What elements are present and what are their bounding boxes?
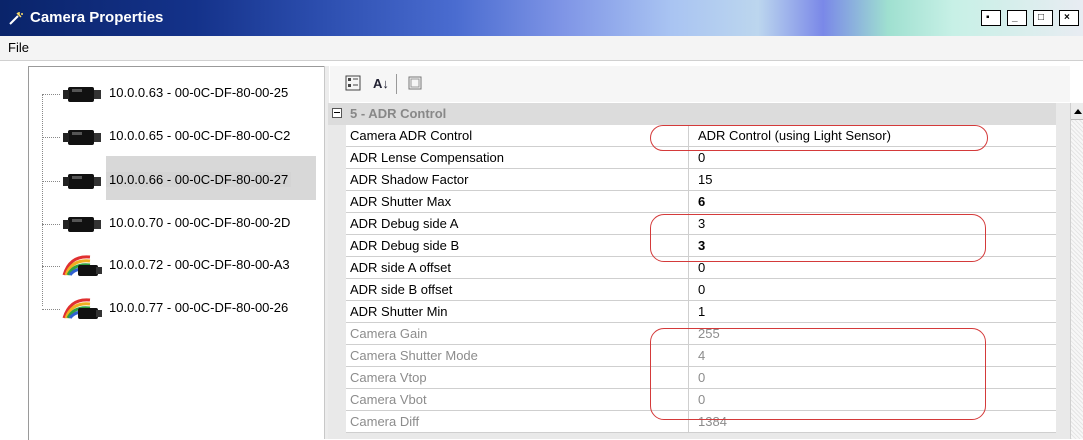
app-icon [9, 12, 23, 25]
tree-connector [42, 224, 60, 225]
annotation-camera-values [650, 328, 986, 420]
split-icon: ▪ [986, 12, 990, 23]
toolbar-separator [396, 74, 397, 94]
property-row[interactable]: ADR Shutter Min 1 [346, 301, 1056, 323]
property-name: ADR Shutter Min [350, 304, 448, 319]
vertical-scrollbar[interactable] [1070, 103, 1083, 439]
tree-item-camera[interactable]: 10.0.0.63 - 00-0C-DF-80-00-25 [42, 75, 324, 113]
color-camera-icon [62, 298, 102, 319]
alphabetical-icon: A↓ [373, 75, 389, 91]
alphabetical-button[interactable]: A↓ [370, 72, 392, 94]
collapse-icon[interactable] [332, 108, 342, 118]
column-divider [688, 301, 689, 323]
tree-item-label: 10.0.0.72 - 00-0C-DF-80-00-A3 [109, 257, 290, 272]
tree-item-label: 10.0.0.66 - 00-0C-DF-80-00-27 [106, 172, 292, 187]
restore-help-button[interactable]: ▪ [981, 10, 1001, 26]
maximize-icon: □ [1038, 12, 1045, 23]
camera-icon [63, 87, 101, 102]
property-name: Camera Diff [350, 414, 420, 429]
tree-item-label: 10.0.0.63 - 00-0C-DF-80-00-25 [109, 85, 289, 100]
categorized-icon [345, 75, 361, 91]
tree-item-camera[interactable]: 10.0.0.72 - 00-0C-DF-80-00-A3 [42, 247, 324, 285]
property-name: ADR side A offset [350, 260, 451, 275]
property-name: Camera ADR Control [350, 128, 473, 143]
property-toolbar: A↓ [330, 66, 1070, 102]
close-icon: × [1064, 12, 1070, 23]
tree-item-label: 10.0.0.77 - 00-0C-DF-80-00-26 [109, 300, 289, 315]
property-value[interactable]: 0 [698, 150, 705, 165]
property-name: Camera Shutter Mode [350, 348, 478, 363]
tree-connector [42, 266, 60, 267]
tree-item-camera[interactable]: 10.0.0.77 - 00-0C-DF-80-00-26 [42, 290, 324, 328]
property-pages-button[interactable] [404, 72, 426, 94]
maximize-button[interactable]: □ [1033, 10, 1053, 26]
minimize-icon: _ [1012, 12, 1018, 23]
tree-connector [42, 309, 60, 310]
property-name: Camera Vbot [350, 392, 427, 407]
column-divider [688, 169, 689, 191]
tree-item-label: 10.0.0.65 - 00-0C-DF-80-00-C2 [109, 128, 291, 143]
property-name: ADR Debug side A [350, 216, 459, 231]
camera-icon [63, 174, 101, 189]
window-title: Camera Properties [30, 9, 164, 26]
annotation-debug-sides [650, 214, 986, 262]
property-value[interactable]: 1 [698, 304, 705, 319]
tree-item-label: 10.0.0.70 - 00-0C-DF-80-00-2D [109, 215, 291, 230]
scroll-up-button[interactable] [1071, 103, 1083, 120]
property-name: ADR side B offset [350, 282, 453, 297]
property-row[interactable]: ADR Shutter Max 6 [346, 191, 1056, 213]
property-name: ADR Lense Compensation [350, 150, 504, 165]
column-divider [688, 279, 689, 301]
camera-icon [63, 130, 101, 145]
color-camera-icon [62, 255, 102, 276]
window-controls: ▪ _ □ × [981, 10, 1079, 26]
close-button[interactable]: × [1059, 10, 1079, 26]
property-name: ADR Shadow Factor [350, 172, 469, 187]
annotation-adr-control [650, 125, 988, 151]
menu-file[interactable]: File [8, 40, 29, 55]
tree-item-camera[interactable]: 10.0.0.65 - 00-0C-DF-80-00-C2 [42, 118, 324, 156]
property-name: ADR Debug side B [350, 238, 460, 253]
column-divider [688, 191, 689, 213]
category-label: 5 - ADR Control [350, 106, 447, 121]
tree-item-camera[interactable]: 10.0.0.70 - 00-0C-DF-80-00-2D [42, 205, 324, 243]
title-bar: Camera Properties ▪ _ □ × [0, 0, 1083, 36]
property-value[interactable]: 0 [698, 260, 705, 275]
categorized-button[interactable] [342, 72, 364, 94]
tree-item-camera[interactable]: 10.0.0.66 - 00-0C-DF-80-00-27 [42, 162, 324, 200]
tree-connector [42, 137, 60, 138]
camera-icon [63, 217, 101, 232]
property-name: Camera Vtop [350, 370, 427, 385]
property-pages-icon [408, 76, 422, 90]
property-row[interactable]: ADR side B offset 0 [346, 279, 1056, 301]
category-header[interactable]: 5 - ADR Control [328, 103, 1056, 125]
property-value[interactable]: 0 [698, 282, 705, 297]
property-name: ADR Shutter Max [350, 194, 452, 209]
minimize-button[interactable]: _ [1007, 10, 1027, 26]
property-name: Camera Gain [350, 326, 428, 341]
property-value[interactable]: 15 [698, 172, 712, 187]
property-value[interactable]: 6 [698, 194, 705, 209]
tree-connector [42, 181, 60, 182]
property-row[interactable]: ADR Shadow Factor 15 [346, 169, 1056, 191]
tree-connector [42, 94, 60, 95]
menu-bar: File [0, 36, 1083, 61]
